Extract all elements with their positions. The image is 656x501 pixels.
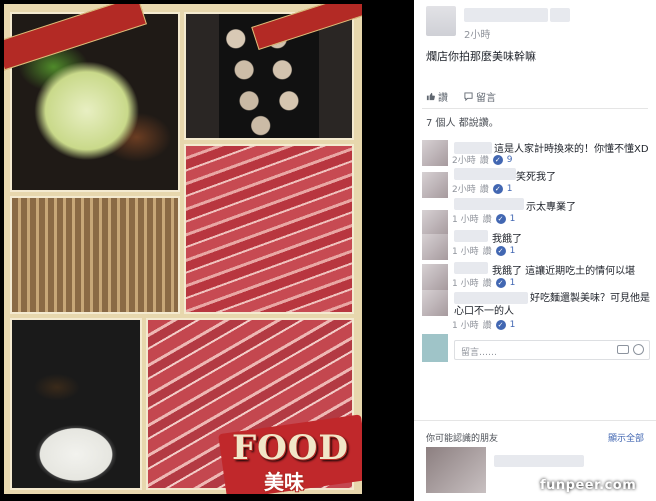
comment-time[interactable]: 2小時 <box>452 182 476 195</box>
comment-icon <box>464 91 473 101</box>
commenter-name-blurred[interactable] <box>454 262 488 274</box>
post-actions-bar: 讚 留言 <box>426 88 648 104</box>
comment-meta: 1 小時 讚 ✓ 1 <box>452 318 515 331</box>
poster-name-blurred[interactable] <box>464 8 548 22</box>
comment-text: 笑死我了 <box>516 172 556 183</box>
like-badge-icon: ✓ <box>495 277 506 288</box>
comment-meta: 1 小時 讚 ✓ 1 <box>452 244 515 257</box>
like-badge-icon: ✓ <box>492 183 503 194</box>
suggested-friend-avatar[interactable] <box>426 447 486 493</box>
reply-box: 留言…… <box>422 334 654 362</box>
food-collage: FOOD 美味 <box>4 4 362 494</box>
comment-like-button[interactable]: 讚 <box>483 212 492 225</box>
post-text: 爛店你拍那麼美味幹嘛 <box>426 50 536 63</box>
food-logo-subtitle: 美味 <box>264 470 304 494</box>
comment-meta: 1 小時 讚 ✓ 1 <box>452 276 515 289</box>
comment: 示太專業了 1 小時 讚 ✓ 1 <box>422 198 652 236</box>
comment-like-button[interactable]: 讚 <box>480 153 489 166</box>
comment-text: 示太專業了 <box>526 202 576 213</box>
comment-like-button[interactable]: 讚 <box>483 318 492 331</box>
camera-icon[interactable] <box>617 345 629 354</box>
comment-time[interactable]: 2小時 <box>452 153 476 166</box>
comment-like-count[interactable]: 1 <box>510 246 516 256</box>
comment: 我餓了 這讓近期吃土的情何以堪 1 小時 讚 ✓ 1 <box>422 262 652 290</box>
comment-text: 好吃麵還製美味？可見他是心口不一的人 <box>454 293 650 317</box>
commenter-avatar[interactable] <box>422 264 448 290</box>
comment-text: 這是人家計時換來的！你懂不懂XD <box>494 144 649 155</box>
watermark: funpeer.com <box>540 478 637 493</box>
commenter-avatar[interactable] <box>422 234 448 260</box>
food-logo-text: FOOD <box>232 428 349 468</box>
comment-like-button[interactable]: 讚 <box>483 276 492 289</box>
comment-like-count[interactable]: 1 <box>510 320 516 330</box>
comment-meta: 2小時 讚 ✓ 9 <box>452 153 512 166</box>
comment-like-count[interactable]: 9 <box>507 155 513 165</box>
comment: 我餓了 1 小時 讚 ✓ 1 <box>422 228 652 260</box>
comment-label: 留言 <box>476 92 496 104</box>
commenter-name-blurred[interactable] <box>454 230 488 242</box>
current-user-avatar[interactable] <box>422 334 448 362</box>
comment-like-count[interactable]: 1 <box>510 214 516 224</box>
comment-action[interactable]: 留言 <box>464 89 496 104</box>
comment-meta: 2小時 讚 ✓ 1 <box>452 182 512 195</box>
like-badge-icon: ✓ <box>495 213 506 224</box>
photo-beef-slices <box>184 144 354 314</box>
thumbs-up-icon <box>426 92 435 100</box>
comment-text: 我餓了 <box>492 234 522 245</box>
comment-meta: 1 小時 讚 ✓ 1 <box>452 212 515 225</box>
comment: 好吃麵還製美味？可見他是心口不一的人 1 小時 讚 ✓ 1 <box>422 290 652 331</box>
commenter-avatar[interactable] <box>422 140 448 166</box>
comment-input-placeholder: 留言…… <box>461 348 498 358</box>
like-action[interactable]: 讚 <box>426 89 448 104</box>
emoji-icon[interactable] <box>633 344 644 355</box>
poster-name-blurred[interactable] <box>550 8 570 22</box>
photo-sauces-and-rice <box>10 318 142 490</box>
pymk-title: 你可能認識的朋友 <box>426 434 499 444</box>
suggested-friend-name-blurred[interactable] <box>494 455 584 467</box>
like-badge-icon: ✓ <box>495 319 506 330</box>
divider <box>422 108 648 109</box>
comment-like-count[interactable]: 1 <box>510 278 516 288</box>
comment-time[interactable]: 1 小時 <box>452 276 479 289</box>
commenter-name-blurred[interactable] <box>454 168 516 180</box>
commenter-avatar[interactable] <box>422 172 448 198</box>
comment-input[interactable]: 留言…… <box>454 340 650 360</box>
like-badge-icon: ✓ <box>495 245 506 256</box>
post-timestamp[interactable]: 2小時 <box>464 26 490 41</box>
poster-avatar[interactable] <box>426 6 456 36</box>
comment-time[interactable]: 1 小時 <box>452 212 479 225</box>
like-label: 讚 <box>438 92 448 104</box>
photo-wooden-rack <box>10 196 180 314</box>
comment-like-button[interactable]: 讚 <box>480 182 489 195</box>
comment-like-button[interactable]: 讚 <box>483 244 492 257</box>
comment-text: 我餓了 這讓近期吃土的情何以堪 <box>492 266 636 277</box>
comment: 笑死我了 2小時 讚 ✓ 1 <box>422 168 652 198</box>
comment-time[interactable]: 1 小時 <box>452 244 479 257</box>
likes-summary[interactable]: 7 個人 都說讚。 <box>426 114 499 129</box>
comment-like-count[interactable]: 1 <box>507 184 513 194</box>
like-badge-icon: ✓ <box>492 154 503 165</box>
facebook-post-panel: 2小時 爛店你拍那麼美味幹嘛 讚 留言 7 個人 都說讚。 這是人家計時換來的！… <box>414 0 656 501</box>
commenter-name-blurred[interactable] <box>454 198 524 210</box>
see-all-link[interactable]: 顯示全部 <box>608 431 644 444</box>
comment-time[interactable]: 1 小時 <box>452 318 479 331</box>
commenter-avatar[interactable] <box>422 290 448 316</box>
